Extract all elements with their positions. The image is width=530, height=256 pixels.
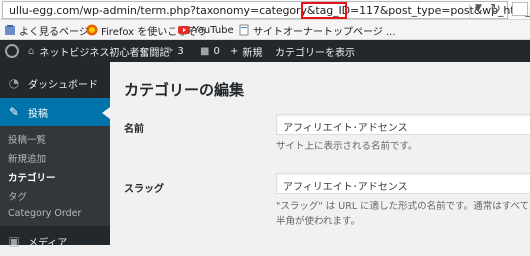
name-description: サイト上に表示される名前です。 [276, 141, 418, 152]
view-category-link[interactable]: カテゴリーを表示 [275, 40, 355, 62]
comments-link[interactable]: ■ 0 [200, 40, 220, 62]
submenu-add-new[interactable]: 新規追加 [8, 151, 46, 165]
view-label: カテゴリーを表示 [275, 47, 355, 59]
url-text[interactable]: ullu-egg.com/wp-admin/term.php?taxonomy=… [9, 3, 530, 18]
chevron-down-icon[interactable]: ▼ [475, 3, 482, 13]
submenu-categories[interactable]: カテゴリー [8, 170, 56, 184]
search-box[interactable] [512, 2, 528, 16]
menu-posts[interactable]: ✎ 投稿 [0, 98, 110, 126]
home-icon: ⌂ [28, 45, 35, 57]
menu-media[interactable]: ▣ メディア [0, 226, 110, 256]
bookmark-label: YouTube [193, 24, 234, 36]
pin-icon: ✎ [8, 105, 20, 119]
name-field[interactable]: アフィリエイト･アドセンス [276, 114, 530, 135]
main-content: カテゴリーの編集 名前 アフィリエイト･アドセンス サイト上に表示される名前です… [110, 62, 530, 245]
posts-submenu: 投稿一覧 新規追加 カテゴリー タグ Category Order [0, 126, 110, 226]
bookmark-label: サイトオーナートップページ ... [253, 26, 396, 38]
address-field[interactable]: ullu-egg.com/wp-admin/term.php?taxonomy=… [2, 1, 530, 19]
slug-field[interactable]: アフィリエイト･アドセンス [276, 173, 530, 194]
reload-icon[interactable]: ↻ [490, 2, 501, 17]
name-label: 名前 [124, 124, 144, 135]
submenu-tags[interactable]: タグ [8, 189, 27, 203]
bookmark-frequent[interactable]: よく見るページ [4, 23, 89, 38]
bookmarks-bar: よく見るページ Firefox を使いこなそう YouTube サイトオーナート… [0, 20, 530, 40]
page-icon [238, 24, 250, 36]
media-icon: ▣ [8, 234, 20, 248]
comment-icon: ■ [200, 45, 210, 57]
bookmark-site-owner[interactable]: サイトオーナートップページ ... [238, 23, 396, 38]
updates-count: 3 [177, 45, 184, 57]
updates-icon: ⟳ [165, 45, 174, 57]
slug-description: "スラッグ" は URL に適した形式の名前です。通常はすべて半角が使われます。 [276, 201, 530, 227]
dashboard-icon: ◔ [8, 76, 20, 90]
menu-label: 投稿 [28, 108, 48, 120]
slug-label: スラッグ [124, 184, 164, 195]
youtube-icon [178, 24, 190, 36]
submenu-all-posts[interactable]: 投稿一覧 [8, 132, 46, 146]
bookmark-label: よく見るページ [19, 26, 89, 38]
menu-label: ダッシュボード [28, 79, 98, 91]
comments-count: 0 [213, 45, 220, 57]
wp-admin-bar: ⌂ ネットビジネス初心者奮闘記 ⟳ 3 ■ 0 + 新規 カテゴリーを表示 [0, 40, 530, 62]
site-name: ネットビジネス初心者奮闘記 [39, 47, 170, 59]
menu-label: メディア [28, 237, 68, 249]
url-tag-id-highlight [301, 2, 347, 19]
new-content-link[interactable]: + 新規 [230, 40, 262, 62]
firefox-icon [86, 24, 98, 36]
page-title: カテゴリーの編集 [124, 81, 245, 99]
url-separator [469, 4, 470, 17]
menu-dashboard[interactable]: ◔ ダッシュボード [0, 68, 110, 98]
wordpress-logo-icon[interactable] [5, 40, 19, 62]
plus-icon: + [230, 45, 239, 57]
site-name-link[interactable]: ⌂ ネットビジネス初心者奮闘記 [28, 40, 169, 62]
browser-url-bar: ullu-egg.com/wp-admin/term.php?taxonomy=… [0, 0, 530, 20]
admin-sidebar: ◔ ダッシュボード ✎ 投稿 投稿一覧 新規追加 カテゴリー タグ Catego… [0, 62, 110, 249]
updates-link[interactable]: ⟳ 3 [165, 40, 184, 62]
bookmark-youtube[interactable]: YouTube [178, 23, 234, 37]
new-label: 新規 [242, 47, 263, 59]
submenu-category-order[interactable]: Category Order [8, 208, 81, 219]
star-icon [4, 24, 16, 36]
